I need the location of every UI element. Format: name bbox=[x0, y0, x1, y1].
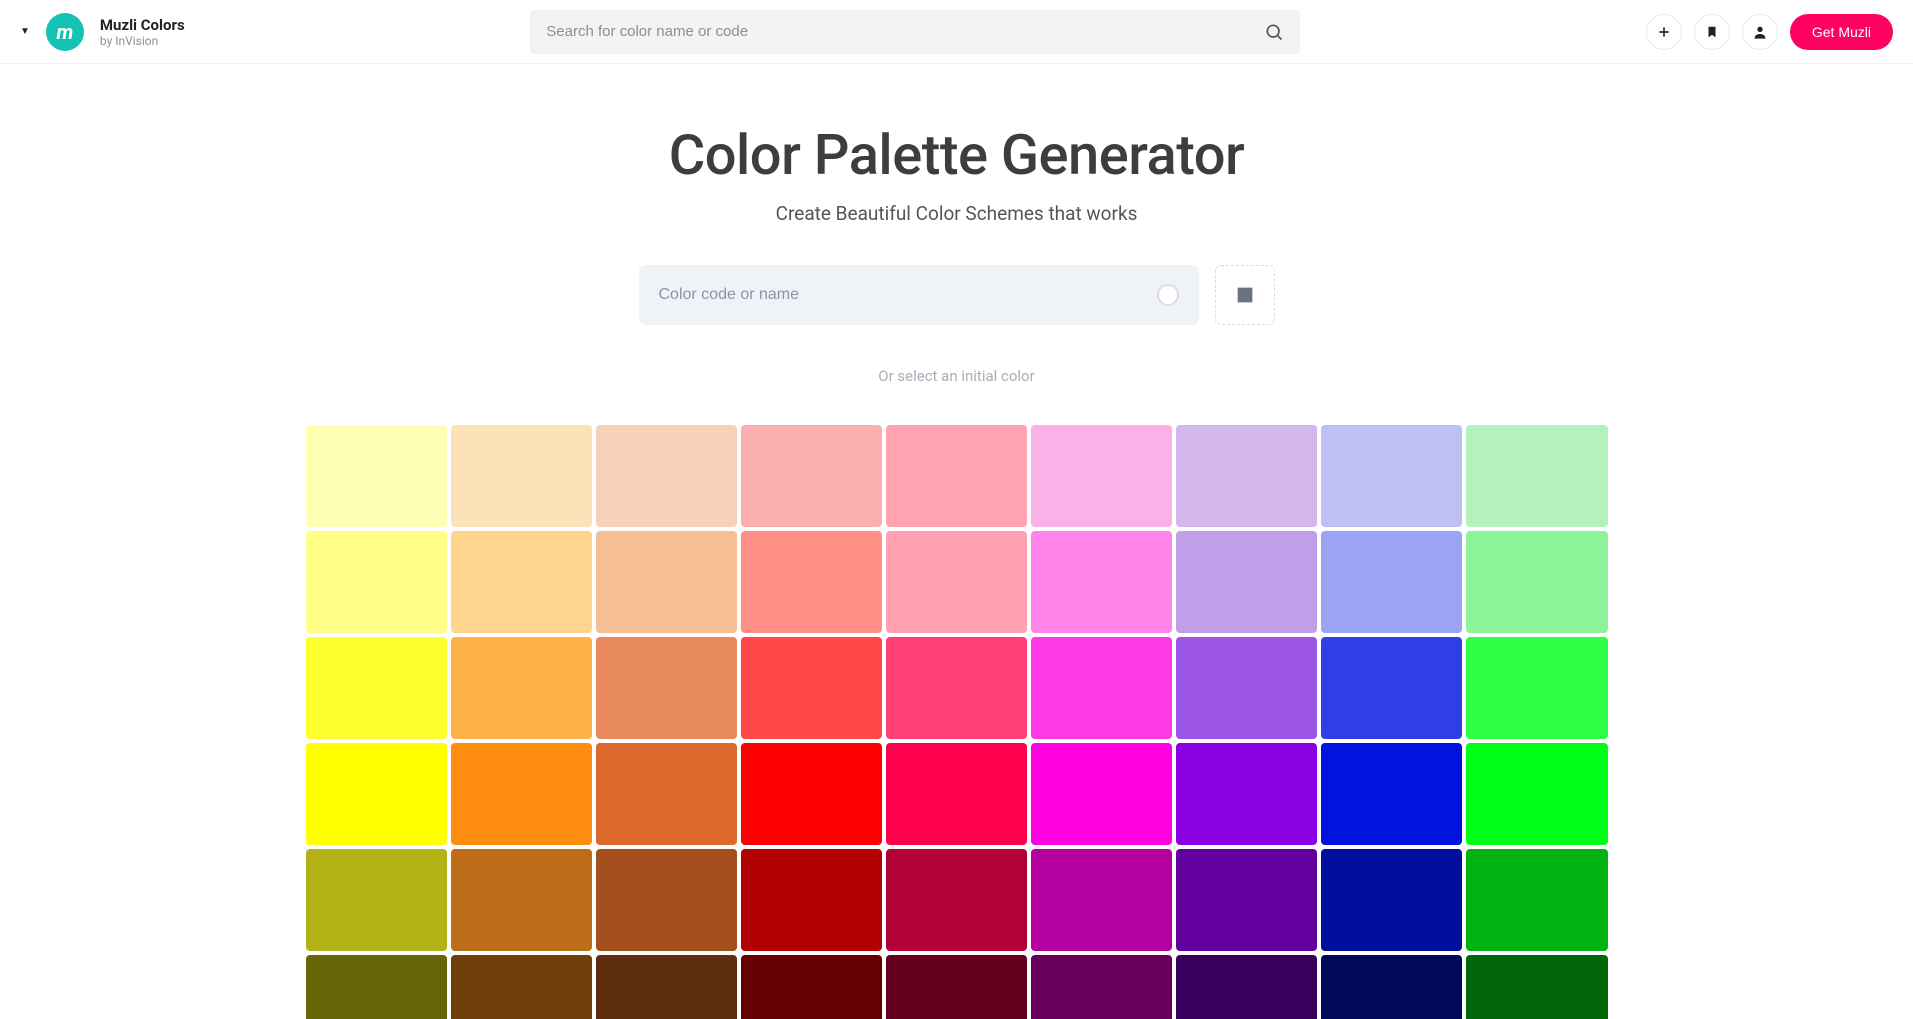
color-swatch[interactable] bbox=[451, 955, 592, 1019]
color-swatch[interactable] bbox=[451, 637, 592, 739]
color-swatch[interactable] bbox=[741, 849, 882, 951]
color-swatch[interactable] bbox=[1466, 743, 1607, 845]
color-swatch[interactable] bbox=[1031, 637, 1172, 739]
color-swatch[interactable] bbox=[741, 743, 882, 845]
color-swatch[interactable] bbox=[1176, 955, 1317, 1019]
color-input-row bbox=[0, 265, 1913, 325]
color-swatch[interactable] bbox=[1466, 425, 1607, 527]
color-swatch[interactable] bbox=[596, 531, 737, 633]
color-input-wrap[interactable] bbox=[639, 265, 1199, 325]
color-swatch[interactable] bbox=[306, 955, 447, 1019]
color-swatch[interactable] bbox=[886, 637, 1027, 739]
color-swatch[interactable] bbox=[1176, 637, 1317, 739]
color-swatch[interactable] bbox=[886, 531, 1027, 633]
add-button[interactable] bbox=[1646, 14, 1682, 50]
header-center bbox=[185, 10, 1646, 54]
color-swatch[interactable] bbox=[886, 849, 1027, 951]
color-swatch[interactable] bbox=[451, 425, 592, 527]
color-swatch[interactable] bbox=[306, 849, 447, 951]
color-swatch[interactable] bbox=[1321, 531, 1462, 633]
color-swatch[interactable] bbox=[1031, 425, 1172, 527]
profile-button[interactable] bbox=[1742, 14, 1778, 50]
page-title: Color Palette Generator bbox=[0, 122, 1913, 188]
main: Color Palette Generator Create Beautiful… bbox=[0, 64, 1913, 1019]
color-swatch[interactable] bbox=[1321, 637, 1462, 739]
color-swatch[interactable] bbox=[1176, 849, 1317, 951]
color-swatch[interactable] bbox=[1321, 955, 1462, 1019]
color-swatch[interactable] bbox=[886, 743, 1027, 845]
color-swatch[interactable] bbox=[1321, 425, 1462, 527]
page-subtitle: Create Beautiful Color Schemes that work… bbox=[0, 202, 1913, 225]
color-swatch[interactable] bbox=[451, 849, 592, 951]
color-swatch[interactable] bbox=[306, 743, 447, 845]
color-swatch[interactable] bbox=[1031, 955, 1172, 1019]
header-right: Get Muzli bbox=[1646, 14, 1893, 50]
color-swatch[interactable] bbox=[741, 637, 882, 739]
color-swatch[interactable] bbox=[596, 849, 737, 951]
color-swatch[interactable] bbox=[596, 955, 737, 1019]
brand-logo[interactable]: m bbox=[46, 13, 84, 51]
color-swatch[interactable] bbox=[886, 425, 1027, 527]
color-swatch[interactable] bbox=[886, 955, 1027, 1019]
color-swatch[interactable] bbox=[741, 955, 882, 1019]
color-swatch[interactable] bbox=[596, 743, 737, 845]
color-swatch[interactable] bbox=[1176, 425, 1317, 527]
color-swatch[interactable] bbox=[596, 637, 737, 739]
color-swatch[interactable] bbox=[596, 425, 737, 527]
header: ▼ m Muzli Colors by InVision Get Muzli bbox=[0, 0, 1913, 64]
color-swatch[interactable] bbox=[1031, 743, 1172, 845]
image-icon bbox=[1234, 284, 1256, 306]
search-icon[interactable] bbox=[1264, 22, 1284, 42]
color-grid bbox=[306, 425, 1608, 1019]
color-input[interactable] bbox=[659, 286, 1145, 304]
bookmark-button[interactable] bbox=[1694, 14, 1730, 50]
color-swatch[interactable] bbox=[1321, 743, 1462, 845]
color-swatch[interactable] bbox=[306, 531, 447, 633]
color-swatch[interactable] bbox=[1031, 531, 1172, 633]
color-swatch[interactable] bbox=[1466, 849, 1607, 951]
select-color-hint: Or select an initial color bbox=[0, 367, 1913, 385]
color-swatch[interactable] bbox=[741, 425, 882, 527]
search-bar[interactable] bbox=[530, 10, 1300, 54]
color-swatch[interactable] bbox=[1176, 531, 1317, 633]
color-swatch[interactable] bbox=[451, 531, 592, 633]
color-swatch[interactable] bbox=[1321, 849, 1462, 951]
color-swatch[interactable] bbox=[1466, 955, 1607, 1019]
color-preview-swatch[interactable] bbox=[1157, 284, 1179, 306]
image-upload-button[interactable] bbox=[1215, 265, 1275, 325]
color-swatch[interactable] bbox=[1176, 743, 1317, 845]
chevron-down-icon[interactable]: ▼ bbox=[20, 26, 30, 37]
brand-title: Muzli Colors bbox=[100, 16, 185, 34]
brand-subtitle: by InVision bbox=[100, 34, 185, 48]
color-swatch[interactable] bbox=[741, 531, 882, 633]
brand-text: Muzli Colors by InVision bbox=[100, 16, 185, 48]
color-swatch[interactable] bbox=[1466, 531, 1607, 633]
color-swatch[interactable] bbox=[1031, 849, 1172, 951]
color-swatch[interactable] bbox=[451, 743, 592, 845]
get-muzli-button[interactable]: Get Muzli bbox=[1790, 14, 1893, 50]
header-left: ▼ m Muzli Colors by InVision bbox=[20, 13, 185, 51]
color-swatch[interactable] bbox=[306, 637, 447, 739]
search-input[interactable] bbox=[546, 23, 1256, 40]
color-swatch[interactable] bbox=[306, 425, 447, 527]
color-swatch[interactable] bbox=[1466, 637, 1607, 739]
